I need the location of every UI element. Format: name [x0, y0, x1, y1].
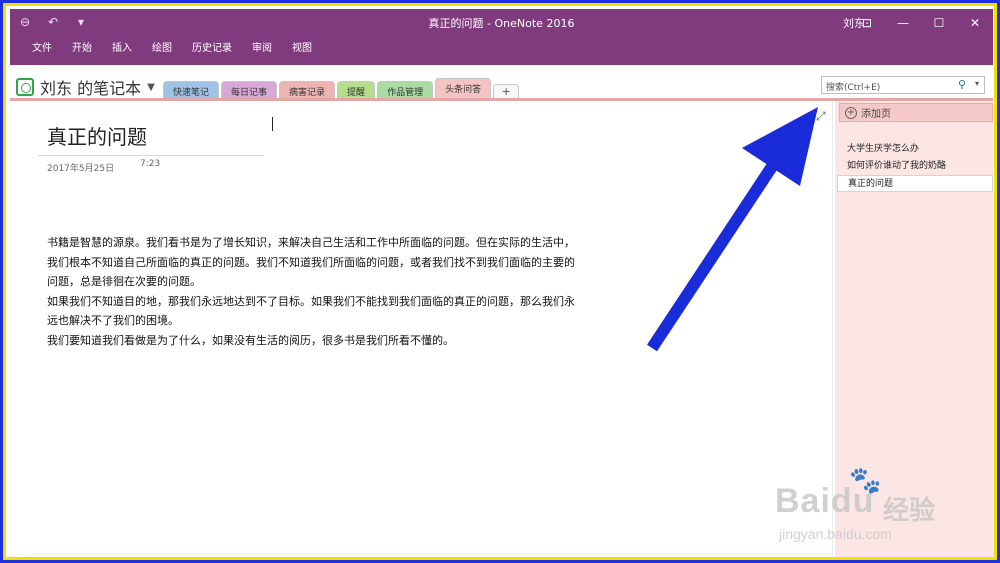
- section-tab-disease[interactable]: 病害记录: [279, 81, 336, 99]
- ribbon-display-options-icon[interactable]: ⊡: [849, 9, 885, 37]
- tab-file[interactable]: 文件: [22, 37, 62, 65]
- tab-history[interactable]: 历史记录: [182, 37, 242, 65]
- note-paragraph[interactable]: 我们要知道我们看做是为了什么，如果没有生活的阅历，很多书是我们所看不懂的。: [47, 331, 580, 351]
- page-date: 2017年5月25日: [47, 164, 115, 174]
- tab-insert[interactable]: 插入: [102, 37, 142, 65]
- minimize-icon[interactable]: —: [885, 9, 921, 37]
- search-placeholder: 搜索(Ctrl+E): [826, 83, 881, 93]
- onenote-window: ⊖ ↶ ▾ 真正的问题 - OneNote 2016 刘东 ⊡ — ☐ ✕ 文件…: [10, 9, 993, 557]
- search-scope-dropdown-icon[interactable]: ▾: [975, 79, 979, 88]
- close-icon[interactable]: ✕: [957, 9, 993, 37]
- section-tab-works[interactable]: 作品管理: [377, 81, 434, 99]
- search-input[interactable]: 搜索(Ctrl+E) ⚲ ▾: [821, 76, 985, 94]
- watermark-url: jingyan.baidu.com: [779, 526, 892, 542]
- title-underline: [38, 155, 264, 156]
- outer-frame: ⊖ ↶ ▾ 真正的问题 - OneNote 2016 刘东 ⊡ — ☐ ✕ 文件…: [0, 0, 1000, 563]
- notebook-name: 刘东 的笔记本: [40, 79, 142, 98]
- chevron-down-icon: ▼: [147, 81, 155, 93]
- add-page-button[interactable]: + 添加页: [839, 103, 993, 122]
- section-tab-toutiao[interactable]: 头条问答: [435, 78, 492, 99]
- text-cursor: [272, 117, 273, 131]
- page-title[interactable]: 真正的问题: [47, 121, 147, 150]
- note-paragraph[interactable]: 如果我们不知道目的地，那我们永远地达到不了目标。如果我们不能找到我们面临的真正的…: [47, 292, 580, 331]
- note-paragraph[interactable]: 书籍是智慧的源泉。我们看书是为了增长知识，来解决自己生活和工作中所面临的问题。但…: [47, 233, 580, 292]
- add-page-label: 添加页: [861, 109, 891, 120]
- page-canvas[interactable]: ⤢ 真正的问题 2017年5月25日 7:23 书籍是智慧的源泉。我们看书是为了…: [10, 101, 833, 557]
- ribbon-tabs: 文件 开始 插入 绘图 历史记录 审阅 视图: [10, 37, 993, 65]
- section-tabs: 快速笔记 每日记事 病害记录 提醒 作品管理 头条问答 +: [163, 78, 520, 99]
- tab-review[interactable]: 审阅: [242, 37, 282, 65]
- section-tab-quick-notes[interactable]: 快速笔记: [163, 81, 220, 99]
- page-item[interactable]: 如何评价谁动了我的奶酪: [837, 158, 993, 175]
- baidu-jingyan-watermark: 🐾 Baidu 经验 jingyan.baidu.com: [765, 464, 965, 554]
- frame-inner: ⊖ ↶ ▾ 真正的问题 - OneNote 2016 刘东 ⊡ — ☐ ✕ 文件…: [3, 3, 997, 560]
- section-tab-daily[interactable]: 每日记事: [221, 81, 278, 99]
- notebook-selector[interactable]: 刘东 的笔记本 ▼: [16, 75, 155, 99]
- note-body[interactable]: 书籍是智慧的源泉。我们看书是为了增长知识，来解决自己生活和工作中所面临的问题。但…: [47, 233, 580, 350]
- full-page-view-icon[interactable]: ⤢: [816, 109, 826, 124]
- page-item[interactable]: 大学生厌学怎么办: [837, 141, 993, 158]
- section-tab-reminder[interactable]: 提醒: [337, 81, 376, 99]
- page-time: 7:23: [140, 159, 161, 169]
- add-section-button[interactable]: +: [493, 84, 520, 99]
- tab-view[interactable]: 视图: [282, 37, 322, 65]
- tab-home[interactable]: 开始: [62, 37, 102, 65]
- watermark-cn: 经验: [883, 496, 936, 526]
- window-controls: ⊡ — ☐ ✕: [849, 9, 993, 37]
- watermark-brand: Baidu: [775, 482, 875, 520]
- maximize-icon[interactable]: ☐: [921, 9, 957, 37]
- page-item-active[interactable]: 真正的问题: [837, 175, 993, 192]
- notebook-icon: [16, 78, 34, 96]
- tab-draw[interactable]: 绘图: [142, 37, 182, 65]
- title-bar: ⊖ ↶ ▾ 真正的问题 - OneNote 2016 刘东 ⊡ — ☐ ✕: [10, 9, 993, 37]
- search-icon[interactable]: ⚲: [958, 78, 966, 91]
- plus-circle-icon: +: [845, 106, 857, 119]
- page-list: 大学生厌学怎么办 如何评价谁动了我的奶酪 真正的问题: [837, 141, 993, 192]
